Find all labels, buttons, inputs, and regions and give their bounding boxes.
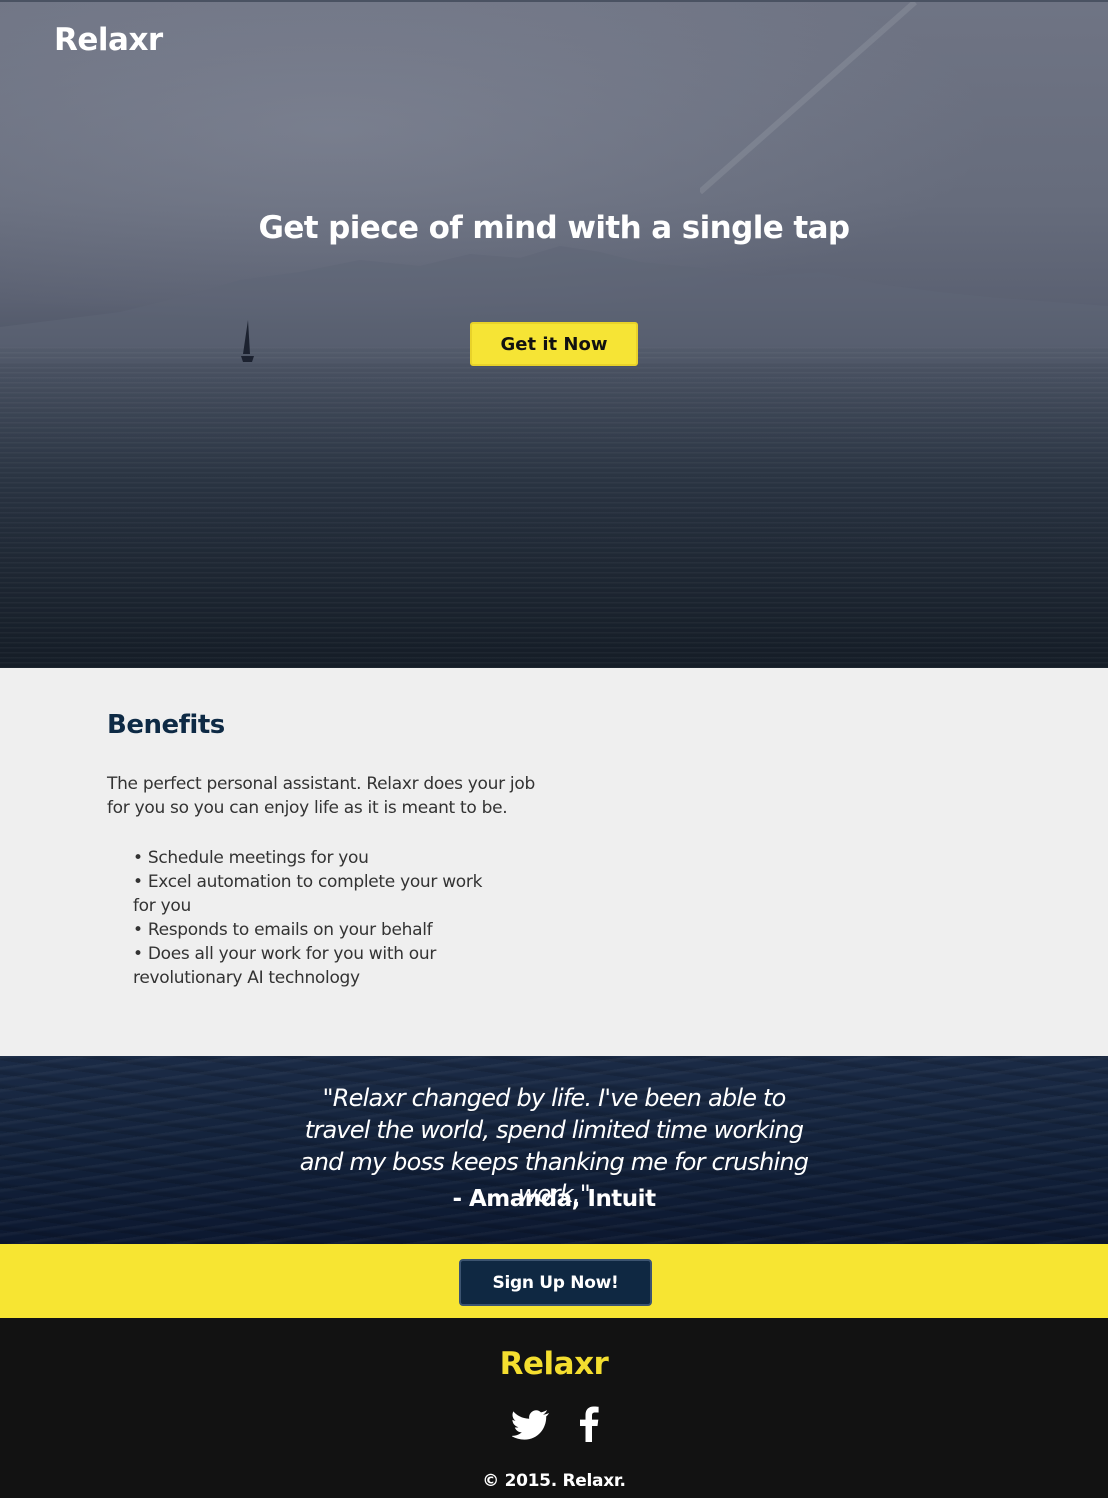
- facebook-icon[interactable]: [578, 1406, 600, 1442]
- sailboat-graphic: [241, 320, 254, 362]
- twitter-icon[interactable]: [512, 1410, 550, 1440]
- benefits-intro: The perfect personal assistant. Relaxr d…: [107, 774, 535, 818]
- hero-section: Relaxr Get piece of mind with a single t…: [0, 0, 1108, 668]
- get-it-now-button[interactable]: Get it Now: [470, 322, 638, 366]
- signup-bar: Sign Up Now!: [0, 1244, 1108, 1318]
- list-item: Schedule meetings for you: [133, 846, 493, 870]
- list-item: Does all your work for you with our revo…: [133, 942, 493, 990]
- hero-headline: Get piece of mind with a single tap: [258, 210, 850, 246]
- footer: Relaxr © 2015. Relaxr.: [0, 1318, 1108, 1498]
- sign-up-button[interactable]: Sign Up Now!: [459, 1259, 652, 1306]
- benefits-list: Schedule meetings for you Excel automati…: [133, 846, 493, 990]
- list-item: Responds to emails on your behalf: [133, 918, 493, 942]
- footer-logo[interactable]: Relaxr: [0, 1346, 1108, 1382]
- social-links: [0, 1406, 1108, 1442]
- copyright-text: © 2015. Relaxr.: [482, 1471, 626, 1491]
- list-item: Excel automation to complete your work f…: [133, 870, 493, 918]
- contrail-graphic: [700, 2, 917, 195]
- testimonial-section: "Relaxr changed by life. I've been able …: [0, 1056, 1108, 1244]
- benefits-title: Benefits: [107, 710, 225, 740]
- header-logo[interactable]: Relaxr: [54, 22, 163, 58]
- benefits-section: Benefits The perfect personal assistant.…: [0, 668, 1108, 1056]
- testimonial-author: - Amanda, Intuit: [452, 1186, 656, 1212]
- sea-graphic: [0, 347, 1108, 668]
